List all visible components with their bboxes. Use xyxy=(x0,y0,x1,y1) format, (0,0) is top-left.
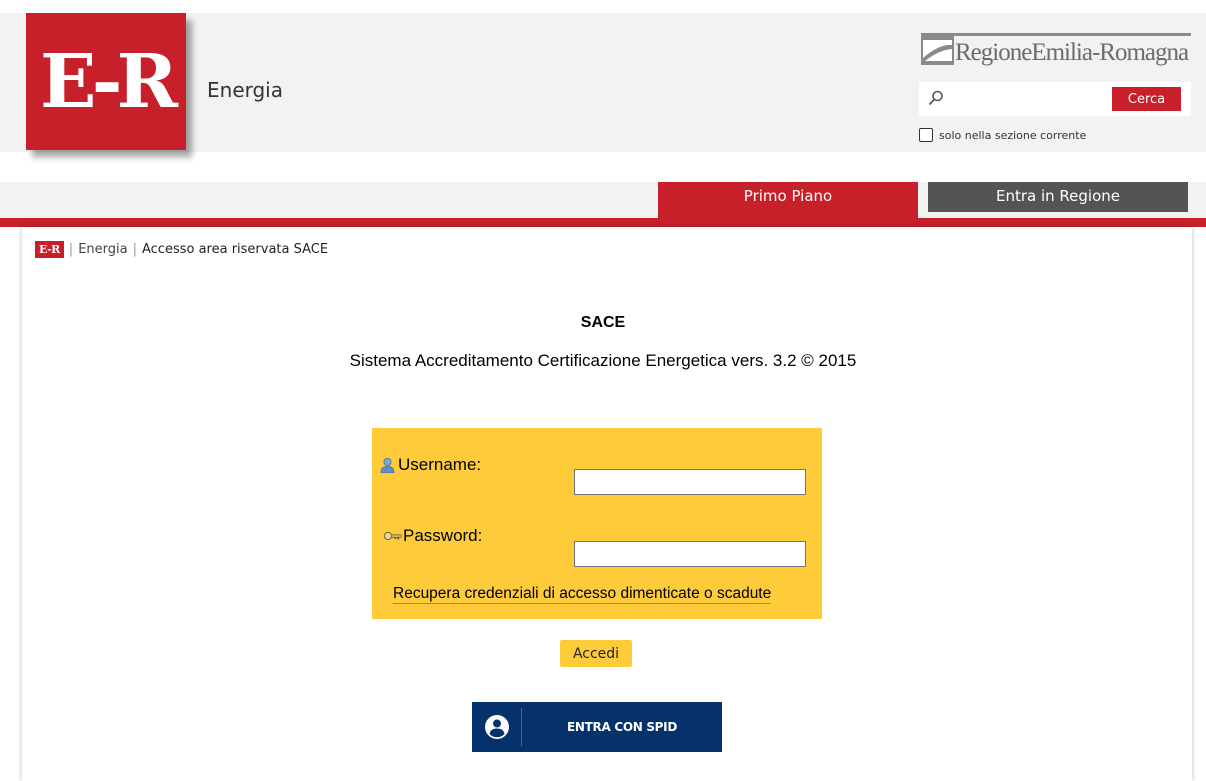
breadcrumb: E-R | Energia | Accesso area riservata S… xyxy=(35,241,328,258)
username-input[interactable] xyxy=(574,469,806,495)
page: E-R Energia RegioneEmilia-Romagna Cerca … xyxy=(0,0,1206,781)
login-box: Username: Password: Recupera credenziali… xyxy=(372,428,822,619)
password-input[interactable] xyxy=(574,541,806,567)
nav-red-line xyxy=(0,218,1206,227)
spid-login-label: ENTRA CON SPID xyxy=(566,720,678,734)
username-label: Username: xyxy=(378,455,481,475)
breadcrumb-home[interactable]: E-R xyxy=(35,241,64,258)
app-title: SACE xyxy=(580,314,626,331)
password-label: Password: xyxy=(383,526,482,546)
section-only-checkbox[interactable] xyxy=(919,128,933,142)
section-only-label: solo nella sezione corrente xyxy=(939,128,1087,142)
region-flag-icon xyxy=(921,36,954,65)
tab-primo-piano[interactable]: Primo Piano xyxy=(658,182,918,218)
recover-credentials-link[interactable]: Recupera credenziali di accesso dimentic… xyxy=(393,585,772,604)
region-logo-bar xyxy=(921,33,1191,36)
search-icon xyxy=(928,90,943,106)
site-title[interactable]: Energia xyxy=(207,78,283,102)
breadcrumb-separator: | xyxy=(132,242,137,257)
password-label-text: Password: xyxy=(403,526,483,545)
breadcrumb-current: Accesso area riservata SACE xyxy=(141,242,329,257)
username-label-text: Username: xyxy=(398,455,482,474)
breadcrumb-separator: | xyxy=(68,242,74,257)
login-button[interactable]: Accedi xyxy=(560,640,632,667)
er-logo[interactable]: E-R xyxy=(26,13,186,150)
user-icon xyxy=(380,458,395,473)
search-box: Cerca xyxy=(919,82,1191,116)
search-input[interactable] xyxy=(949,86,1111,112)
app-subtitle: Sistema Accreditamento Certificazione En… xyxy=(349,351,857,370)
spid-user-icon xyxy=(485,715,509,739)
key-icon xyxy=(383,531,402,541)
breadcrumb-energia[interactable]: Energia xyxy=(78,242,127,257)
section-only-option[interactable]: solo nella sezione corrente xyxy=(919,128,1086,142)
region-logo[interactable]: RegioneEmilia-Romagna xyxy=(921,33,1191,71)
region-name: RegioneEmilia-Romagna xyxy=(955,39,1189,66)
search-button[interactable]: Cerca xyxy=(1112,87,1181,111)
tab-entra-in-regione[interactable]: Entra in Regione xyxy=(928,182,1188,212)
spid-login-button[interactable]: ENTRA CON SPID xyxy=(472,702,722,752)
